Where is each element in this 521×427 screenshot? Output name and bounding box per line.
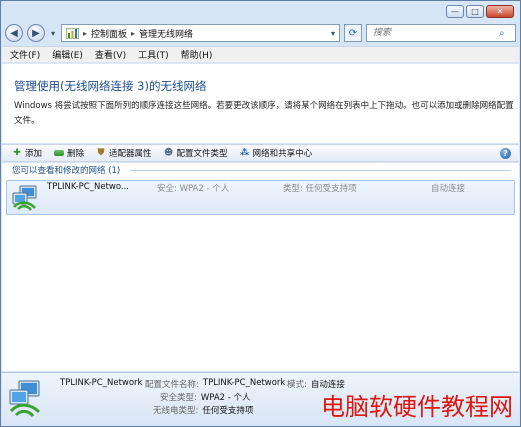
minus-icon [54,148,65,158]
group-label: 您可以查看和修改的网络 (1) [12,166,121,176]
refresh-icon: ⟳ [348,27,358,39]
menu-tools[interactable]: 工具(T) [138,48,169,61]
profile-type-label: 配置文件类型 [176,149,228,159]
back-button[interactable]: ◀ [5,24,23,42]
breadcrumb-separator-icon: ▸ [131,28,136,38]
menu-bar: 文件(F) 编辑(E) 查看(V) 工具(T) 帮助(H) [2,46,519,62]
details-radio: 无线电类型: 任何受支持项 [153,404,253,416]
caption-buttons: — □ ✕ [446,5,514,18]
network-icon: ⁂ [239,148,250,158]
navigation-bar: ◀ ▶ ▾ ▸ 控制面板 ▸ 管理无线网络 ▾ ⟳ ⌕ [5,22,516,44]
address-bar[interactable]: ▸ 控制面板 ▸ 管理无线网络 ▾ [61,24,340,42]
menu-help[interactable]: 帮助(H) [181,48,213,61]
user-icon: ☻ [163,148,174,158]
radio-type-label: 无线电类型: [153,406,199,416]
search-box[interactable]: ⌕ [366,24,516,42]
recent-pages-dropdown[interactable]: ▾ [49,28,57,38]
window: — □ ✕ ◀ ▶ ▾ ▸ 控制面板 ▸ 管理无线网络 ▾ ⟳ ⌕ [0,0,521,427]
address-dropdown-icon[interactable]: ▾ [331,29,335,38]
details-profile: 配置文件名称: TPLINK-PC_Network [145,378,285,390]
minimize-button[interactable]: — [446,5,464,18]
profile-value: TPLINK-PC_Network [202,378,286,388]
breadcrumb-separator-icon: ▸ [83,28,88,38]
security-type-label: 安全类型: [160,393,197,403]
adapter-properties-button[interactable]: ⛊ 适配器属性 [96,147,152,159]
details-network-name: TPLINK-PC_Network [60,378,143,388]
add-button[interactable]: ✚ 添加 [12,147,42,159]
search-icon[interactable]: ⌕ [499,28,505,39]
network-type: 类型: 任何受支持项 [283,184,357,194]
breadcrumb-control-panel[interactable]: 控制面板 [91,27,127,40]
network-mode: 自动连接 [431,184,466,194]
plus-icon: ✚ [13,148,21,158]
breadcrumb-manage-wireless[interactable]: 管理无线网络 [139,27,193,40]
profile-label: 配置文件名称: [145,380,199,390]
control-panel-icon [66,27,79,39]
network-row[interactable]: TPLINK-PC_Netwo... 安全: WPA2 - 个人 类型: 任何受… [6,180,515,215]
maximize-button[interactable]: □ [466,5,484,18]
forward-button[interactable]: ▶ [27,24,45,42]
menu-view[interactable]: 查看(V) [95,48,126,61]
menu-edit[interactable]: 编辑(E) [52,48,83,61]
page-title: 管理使用(无线网络连接 3)的无线网络 [14,79,207,93]
adapter-label: 适配器属性 [109,149,152,159]
refresh-button[interactable]: ⟳ [344,24,362,42]
network-list: 您可以查看和修改的网络 (1) TPLINK-PC_Netwo... 安全: W… [2,163,519,371]
menu-file[interactable]: 文件(F) [10,48,40,61]
watermark-text: 电脑软硬件教程网 [321,393,513,421]
security-type-value: WPA2 - 个人 [200,393,251,403]
radio-type-value: 任何受支持项 [202,406,254,416]
mode-label: 模式: [287,380,307,390]
close-button[interactable]: ✕ [486,5,514,18]
network-center-label: 网络和共享中心 [252,149,313,159]
wireless-network-icon [9,380,41,418]
network-sharing-center-button[interactable]: ⁂ 网络和共享中心 [239,147,313,159]
command-toolbar: ✚ 添加 删除 ⛊ 适配器属性 ☻ 配置文件类型 ⁂ 网络和共享中心 ? [2,144,519,162]
page-description: Windows 将尝试按照下面所列的顺序连接这些网络。若要更改该顺序，请将某个网… [14,101,514,126]
network-security: 安全: WPA2 - 个人 [157,184,230,194]
delete-button[interactable]: 删除 [54,147,84,159]
shield-icon: ⛊ [97,148,105,158]
search-input[interactable] [371,27,499,39]
network-name: TPLINK-PC_Netwo... [47,182,130,192]
page-header: 管理使用(无线网络连接 3)的无线网络 Windows 将尝试按照下面所列的顺序… [2,63,519,143]
details-security: 安全类型: WPA2 - 个人 [160,391,251,403]
group-divider [130,170,511,171]
add-label: 添加 [25,149,43,159]
wireless-network-icon [12,185,37,211]
delete-label: 删除 [67,149,85,159]
help-icon[interactable]: ? [500,148,511,159]
profile-type-button[interactable]: ☻ 配置文件类型 [164,147,228,159]
details-pane: TPLINK-PC_Network 配置文件名称: TPLINK-PC_Netw… [2,372,519,425]
